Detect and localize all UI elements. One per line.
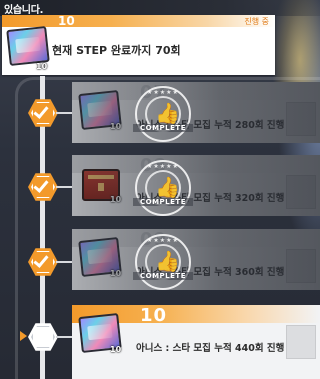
- recruit-ticket-icon: [78, 90, 122, 130]
- reward-item[interactable]: 10: [78, 90, 126, 136]
- claim-slot[interactable]: [286, 325, 316, 359]
- step-card-07[interactable]: 07 10 아니스 : 스타 모집 누적 280회 진행: [72, 82, 320, 143]
- reward-quantity: 10: [36, 62, 48, 71]
- status-badge: 진행 중: [244, 17, 269, 26]
- complete-stamp: ★★★★★ 👍 COMPLETE: [133, 160, 193, 216]
- current-step-number: 10: [58, 14, 75, 28]
- step-node-08: [28, 172, 58, 202]
- treasure-chest-icon: [82, 169, 120, 201]
- current-indicator-arrow: [20, 331, 27, 341]
- current-step-card[interactable]: 10 진행 중 10 현재 STEP 완료까지 70회: [2, 14, 275, 75]
- complete-stamp: ★★★★★ 👍 COMPLETE: [133, 234, 193, 290]
- complete-label: COMPLETE: [133, 198, 193, 206]
- step-node-07: [28, 98, 58, 128]
- reward-item[interactable]: 10: [78, 237, 126, 283]
- claim-slot[interactable]: [286, 175, 316, 209]
- recruit-ticket-icon: [6, 26, 50, 66]
- claim-slot[interactable]: [286, 249, 316, 283]
- step-node-09: [28, 247, 58, 277]
- current-step-strip: [2, 15, 275, 27]
- stars-icon: ★★★★★: [147, 163, 179, 170]
- thumbs-up-icon: 👍: [155, 249, 180, 273]
- stars-icon: ★★★★★: [147, 237, 179, 244]
- step-card-09[interactable]: 09 10 아니스 : 스타 모집 누적 360회 진행: [72, 229, 320, 290]
- reward-quantity: 10: [110, 345, 122, 354]
- step-card-10[interactable]: 10 10 아니스 : 스타 모집 누적 440회 진행: [72, 305, 320, 379]
- thumbs-up-icon: 👍: [155, 175, 180, 199]
- reward-quantity: 10: [110, 269, 122, 278]
- reward-item[interactable]: 10: [78, 163, 126, 209]
- reward-quantity: 10: [110, 122, 122, 131]
- recruit-ticket-icon: [78, 237, 122, 277]
- complete-label: COMPLETE: [133, 124, 193, 132]
- thumbs-up-icon: 👍: [155, 101, 180, 125]
- current-step-title: 현재 STEP 완료까지 70회: [52, 44, 181, 57]
- reward-quantity: 10: [110, 195, 122, 204]
- reward-item[interactable]: 10: [78, 313, 126, 359]
- claim-slot[interactable]: [286, 102, 316, 136]
- step-card-08[interactable]: 08 10 아니스 : 스타 모집 누적 320회 진행: [72, 155, 320, 216]
- complete-label: COMPLETE: [133, 272, 193, 280]
- step-description: 아니스 : 스타 모집 누적 440회 진행: [136, 343, 285, 354]
- notice-bar: 있습니다.: [0, 0, 320, 16]
- stars-icon: ★★★★★: [147, 89, 179, 96]
- step-number: 10: [140, 305, 168, 326]
- notice-text: 있습니다.: [4, 5, 44, 16]
- step-node-10: [28, 322, 58, 352]
- complete-stamp: ★★★★★ 👍 COMPLETE: [133, 86, 193, 142]
